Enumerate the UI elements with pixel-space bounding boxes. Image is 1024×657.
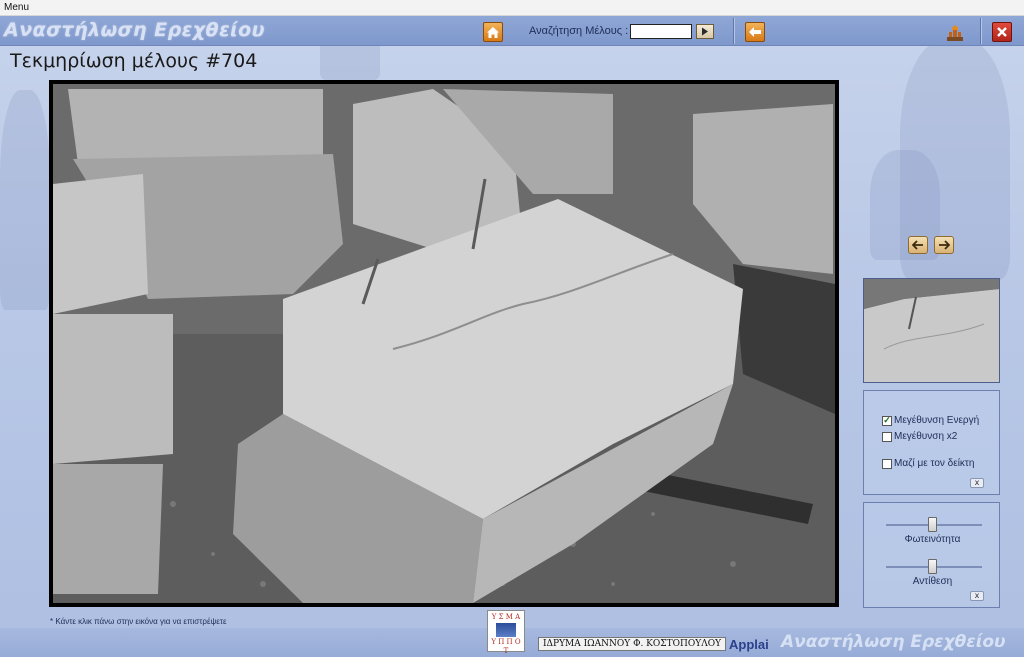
worker-icon [947,25,963,41]
previous-photo-button[interactable] [908,236,928,254]
thumbnail-image [864,279,999,382]
home-icon [487,26,499,38]
brightness-label: Φωτεινότητα [904,534,961,545]
home-button[interactable] [483,22,503,42]
follow-pointer-label: Μαζί με τον δείκτη [894,458,975,469]
zoom-enabled-label: Μεγέθυνση Ενεργή [894,415,980,426]
arrow-right-icon [939,240,950,250]
worker-button[interactable] [944,22,966,42]
next-photo-button[interactable] [934,236,954,254]
play-arrow-icon [702,27,708,36]
search-go-button[interactable] [696,24,714,39]
menu-bar[interactable]: Menu [0,0,1024,16]
marble-block-photo [53,84,835,603]
zoom-panel-close-button[interactable]: x [970,478,984,488]
back-button[interactable] [745,22,765,42]
footer-title: Αναστήλωση Ερεχθείου [781,632,1006,652]
photo-thumbnail[interactable] [863,278,1000,383]
app-title: Αναστήλωση Ερεχθείου [4,19,265,41]
arrow-left-icon [912,240,923,250]
ysma-logo: Υ Σ Μ Α Υ Π Π Ο Τ [487,610,525,655]
logo-bottom-text: Υ Π Π Ο Τ [491,638,521,655]
adjust-panel-close-button[interactable]: x [970,591,984,601]
zoom-x2-checkbox[interactable] [882,431,892,442]
menu-label[interactable]: Menu [4,2,29,13]
zoom-enabled-checkbox[interactable]: ✓ [882,415,892,426]
toolbar-separator [980,18,982,44]
foundation-badge[interactable]: ΙΔΡΥΜΑ ΙΩΑΝΝΟΥ Φ. ΚΟΣΤΟΠΟΥΛΟΥ [538,637,727,651]
main-photo[interactable] [49,80,839,607]
brightness-slider-thumb[interactable] [928,517,937,532]
zoom-enabled-option[interactable]: ✓ Μεγέθυνση Ενεργή [882,415,979,426]
contrast-slider-thumb[interactable] [928,559,937,574]
follow-pointer-checkbox[interactable] [882,458,892,469]
member-photo[interactable] [53,84,835,603]
member-search-label: Αναζήτηση Μέλους : [529,25,629,37]
close-icon [997,27,1007,37]
zoom-x2-label: Μεγέθυνση x2 [894,431,958,442]
page-title: Τεκμηρίωση μέλους #704 [10,50,258,72]
title-bar: Αναστήλωση Ερεχθείου [0,16,1024,46]
credit-link[interactable]: Applai [729,637,769,652]
zoom-x2-option[interactable]: Μεγέθυνση x2 [882,431,957,442]
back-arrow-icon [749,27,761,37]
logo-emblem [496,623,516,637]
zoom-options-panel: ✓ Μεγέθυνση Ενεργή Μεγέθυνση x2 Μαζί με … [863,390,1000,495]
member-search-input[interactable] [630,24,692,39]
follow-pointer-option[interactable]: Μαζί με τον δείκτη [882,458,974,469]
logo-top-text: Υ Σ Μ Α [491,613,521,621]
close-button[interactable] [992,22,1012,42]
image-adjust-panel: Φωτεινότητα Αντίθεση x [863,502,1000,608]
contrast-label: Αντίθεση [912,576,953,587]
toolbar-separator [733,18,735,44]
click-to-return-hint: * Κάντε κλικ πάνω στην εικόνα για να επι… [50,617,227,626]
